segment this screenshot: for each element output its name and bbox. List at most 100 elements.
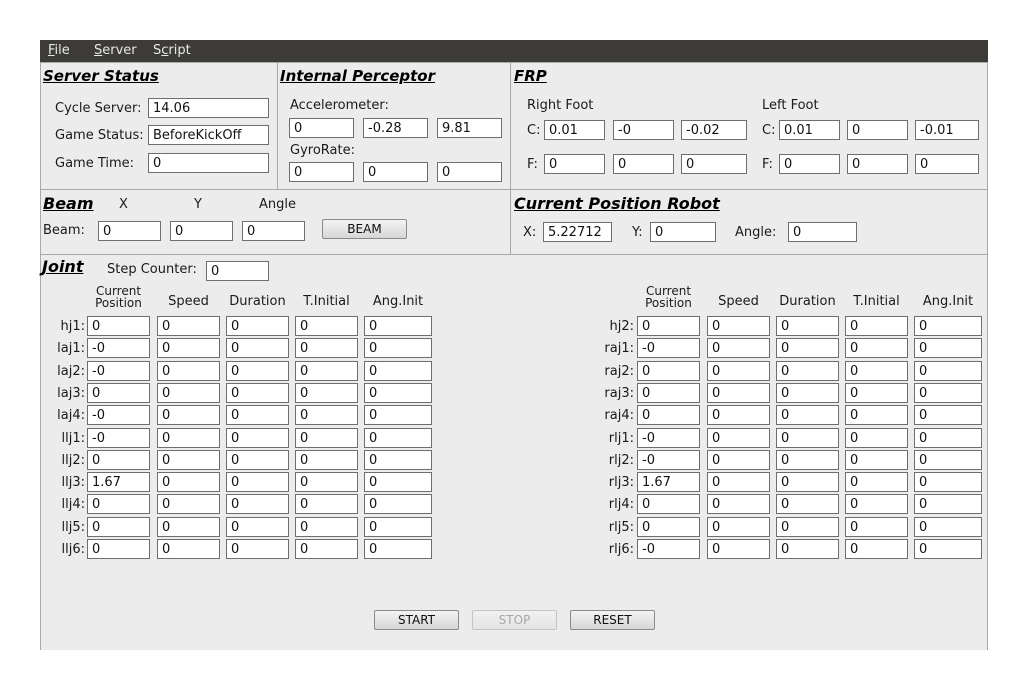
joint-value-field[interactable] bbox=[707, 316, 770, 336]
joint-value-field[interactable] bbox=[845, 450, 908, 470]
cycle-server-field[interactable] bbox=[148, 98, 269, 118]
joint-value-field[interactable] bbox=[707, 383, 770, 403]
joint-value-field[interactable] bbox=[637, 338, 700, 358]
joint-value-field[interactable] bbox=[295, 383, 358, 403]
joint-value-field[interactable] bbox=[226, 472, 289, 492]
beam-y-field[interactable] bbox=[170, 221, 233, 241]
joint-value-field[interactable] bbox=[914, 539, 982, 559]
joint-value-field[interactable] bbox=[87, 494, 150, 514]
joint-value-field[interactable] bbox=[157, 361, 220, 381]
right-c-1-field[interactable] bbox=[544, 120, 605, 140]
joint-value-field[interactable] bbox=[226, 450, 289, 470]
joint-value-field[interactable] bbox=[845, 405, 908, 425]
left-f-2-field[interactable] bbox=[847, 154, 908, 174]
joint-value-field[interactable] bbox=[226, 316, 289, 336]
joint-value-field[interactable] bbox=[157, 450, 220, 470]
joint-value-field[interactable] bbox=[364, 450, 432, 470]
joint-value-field[interactable] bbox=[637, 472, 700, 492]
joint-value-field[interactable] bbox=[914, 383, 982, 403]
joint-value-field[interactable] bbox=[637, 494, 700, 514]
right-f-2-field[interactable] bbox=[613, 154, 674, 174]
joint-value-field[interactable] bbox=[295, 316, 358, 336]
joint-value-field[interactable] bbox=[157, 539, 220, 559]
menu-server[interactable]: Server bbox=[94, 42, 137, 60]
right-c-3-field[interactable] bbox=[681, 120, 747, 140]
joint-value-field[interactable] bbox=[914, 316, 982, 336]
left-c-3-field[interactable] bbox=[915, 120, 979, 140]
joint-value-field[interactable] bbox=[87, 539, 150, 559]
joint-value-field[interactable] bbox=[914, 361, 982, 381]
joint-value-field[interactable] bbox=[87, 383, 150, 403]
joint-value-field[interactable] bbox=[776, 517, 839, 537]
joint-value-field[interactable] bbox=[295, 494, 358, 514]
joint-value-field[interactable] bbox=[364, 517, 432, 537]
right-c-2-field[interactable] bbox=[613, 120, 674, 140]
joint-value-field[interactable] bbox=[637, 450, 700, 470]
joint-value-field[interactable] bbox=[707, 517, 770, 537]
joint-value-field[interactable] bbox=[87, 405, 150, 425]
joint-value-field[interactable] bbox=[776, 494, 839, 514]
beam-button[interactable]: BEAM bbox=[322, 219, 407, 239]
joint-value-field[interactable] bbox=[364, 494, 432, 514]
joint-value-field[interactable] bbox=[295, 338, 358, 358]
joint-value-field[interactable] bbox=[845, 316, 908, 336]
joint-value-field[interactable] bbox=[707, 472, 770, 492]
joint-value-field[interactable] bbox=[87, 472, 150, 492]
accel-z-field[interactable] bbox=[437, 118, 502, 138]
joint-value-field[interactable] bbox=[87, 517, 150, 537]
joint-value-field[interactable] bbox=[157, 338, 220, 358]
joint-value-field[interactable] bbox=[157, 517, 220, 537]
joint-value-field[interactable] bbox=[776, 539, 839, 559]
joint-value-field[interactable] bbox=[226, 405, 289, 425]
joint-value-field[interactable] bbox=[637, 428, 700, 448]
joint-value-field[interactable] bbox=[87, 361, 150, 381]
menu-script[interactable]: Script bbox=[153, 42, 191, 60]
joint-value-field[interactable] bbox=[364, 316, 432, 336]
reset-button[interactable]: RESET bbox=[570, 610, 655, 630]
right-f-1-field[interactable] bbox=[544, 154, 605, 174]
joint-value-field[interactable] bbox=[157, 405, 220, 425]
joint-value-field[interactable] bbox=[364, 405, 432, 425]
joint-value-field[interactable] bbox=[707, 450, 770, 470]
joint-value-field[interactable] bbox=[914, 450, 982, 470]
accel-y-field[interactable] bbox=[363, 118, 428, 138]
joint-value-field[interactable] bbox=[845, 539, 908, 559]
joint-value-field[interactable] bbox=[845, 472, 908, 492]
gyro-z-field[interactable] bbox=[437, 162, 502, 182]
joint-value-field[interactable] bbox=[914, 494, 982, 514]
joint-value-field[interactable] bbox=[295, 428, 358, 448]
joint-value-field[interactable] bbox=[157, 494, 220, 514]
joint-value-field[interactable] bbox=[637, 361, 700, 381]
joint-value-field[interactable] bbox=[776, 450, 839, 470]
joint-value-field[interactable] bbox=[845, 338, 908, 358]
joint-value-field[interactable] bbox=[226, 517, 289, 537]
joint-value-field[interactable] bbox=[157, 472, 220, 492]
step-counter-field[interactable] bbox=[206, 261, 269, 281]
position-y-field[interactable] bbox=[650, 222, 716, 242]
joint-value-field[interactable] bbox=[845, 361, 908, 381]
game-time-field[interactable] bbox=[148, 153, 269, 173]
joint-value-field[interactable] bbox=[295, 472, 358, 492]
joint-value-field[interactable] bbox=[845, 383, 908, 403]
joint-value-field[interactable] bbox=[707, 428, 770, 448]
joint-value-field[interactable] bbox=[226, 539, 289, 559]
joint-value-field[interactable] bbox=[87, 338, 150, 358]
gyro-y-field[interactable] bbox=[363, 162, 428, 182]
joint-value-field[interactable] bbox=[707, 539, 770, 559]
joint-value-field[interactable] bbox=[776, 361, 839, 381]
joint-value-field[interactable] bbox=[914, 517, 982, 537]
joint-value-field[interactable] bbox=[157, 383, 220, 403]
joint-value-field[interactable] bbox=[707, 405, 770, 425]
right-f-3-field[interactable] bbox=[681, 154, 747, 174]
menu-file[interactable]: File bbox=[48, 42, 70, 60]
joint-value-field[interactable] bbox=[845, 494, 908, 514]
joint-value-field[interactable] bbox=[295, 539, 358, 559]
joint-value-field[interactable] bbox=[157, 428, 220, 448]
joint-value-field[interactable] bbox=[157, 316, 220, 336]
joint-value-field[interactable] bbox=[776, 472, 839, 492]
joint-value-field[interactable] bbox=[87, 450, 150, 470]
position-angle-field[interactable] bbox=[788, 222, 857, 242]
joint-value-field[interactable] bbox=[776, 428, 839, 448]
joint-value-field[interactable] bbox=[776, 383, 839, 403]
joint-value-field[interactable] bbox=[295, 450, 358, 470]
